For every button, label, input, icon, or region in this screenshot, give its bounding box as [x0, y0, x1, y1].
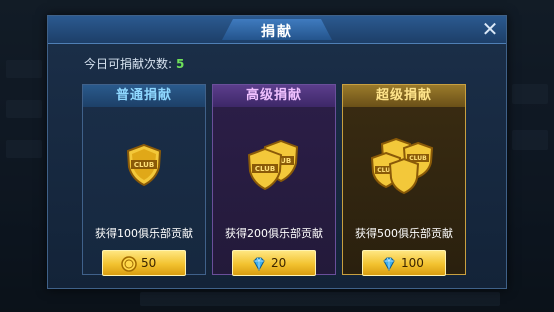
coin-icon — [121, 256, 137, 272]
super-donation-button[interactable]: 100 — [362, 250, 446, 276]
normal-donation-reward: 获得100俱乐部贡献 — [95, 227, 193, 240]
donation-count-row: 今日可捐献次数: 5 — [84, 55, 184, 72]
normal-donation-card[interactable]: 普通捐献 CLUB 获得100俱乐部贡献 50 — [82, 84, 206, 276]
super-donation-card[interactable]: 超级捐献 CLUB CLUB 获得500俱乐部贡献 100 — [342, 84, 466, 276]
diamond-icon — [383, 257, 395, 272]
badge-text: CLUB — [134, 161, 154, 169]
advanced-donation-reward: 获得200俱乐部贡献 — [225, 227, 323, 240]
advanced-donation-cost: 20 — [271, 256, 287, 270]
donation-count-label: 今日可捐献次数: — [84, 57, 173, 71]
dialog-title: 捐献 — [261, 24, 293, 40]
donation-dialog: 捐献 ✕ 今日可捐献次数: 5 普通捐献 CLUB 获得100俱乐部贡献 50 高… — [47, 15, 507, 289]
advanced-donation-button[interactable]: 20 — [232, 250, 316, 276]
normal-donation-title: 普通捐献 — [83, 85, 205, 107]
diamond-icon — [253, 257, 265, 272]
super-donation-title: 超级捐献 — [343, 85, 465, 107]
badge-text: CLUB — [255, 165, 275, 173]
club-badge-icon: CLUB — [83, 133, 205, 203]
super-donation-cost: 100 — [401, 256, 424, 270]
normal-donation-button[interactable]: 50 — [102, 250, 186, 276]
super-donation-reward: 获得500俱乐部贡献 — [355, 227, 453, 240]
advanced-donation-title: 高级捐献 — [213, 85, 335, 107]
normal-donation-cost: 50 — [141, 256, 157, 270]
advanced-donation-card[interactable]: 高级捐献 CLUB CLUB 获得200俱乐部贡献 20 — [212, 84, 336, 276]
close-button[interactable]: ✕ — [480, 19, 500, 39]
club-badges-icon: CLUB CLUB — [213, 133, 335, 203]
club-badges-icon: CLUB CLUB — [343, 133, 465, 203]
donation-count-value: 5 — [176, 57, 185, 71]
